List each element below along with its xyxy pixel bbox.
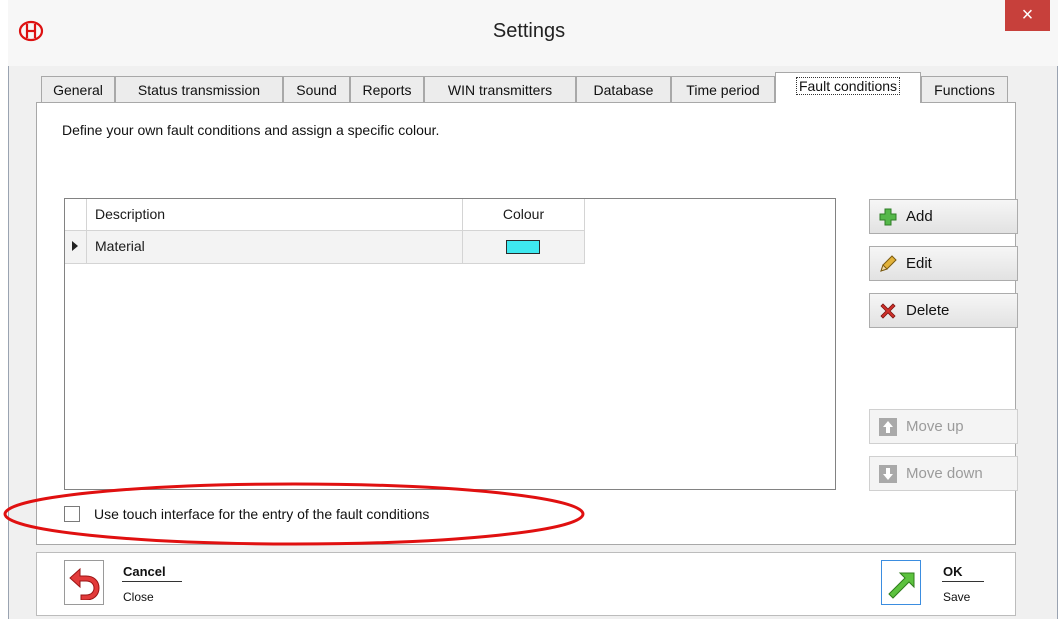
close-button[interactable]: × [1005, 0, 1050, 31]
panel-description: Define your own fault conditions and ass… [62, 122, 440, 138]
cancel-label[interactable]: Cancel [123, 564, 166, 579]
dialog-footer [36, 552, 1016, 616]
cancel-sub-label: Close [123, 590, 154, 604]
tab-sound[interactable]: Sound [283, 76, 350, 102]
add-button[interactable]: Add [869, 199, 1018, 234]
delete-x-icon [880, 303, 896, 319]
cancel-divider [122, 581, 182, 582]
tab-general[interactable]: General [41, 76, 115, 102]
pencil-icon [880, 255, 897, 272]
ok-arrow-icon [888, 572, 915, 599]
tab-reports[interactable]: Reports [350, 76, 424, 102]
move-up-button[interactable]: Move up [869, 409, 1018, 444]
column-header-colour[interactable]: Colour [463, 199, 585, 231]
tab-database[interactable]: Database [576, 76, 671, 102]
delete-button[interactable]: Delete [869, 293, 1018, 328]
cell-description[interactable]: Material [87, 231, 463, 264]
edit-button[interactable]: Edit [869, 246, 1018, 281]
arrow-up-icon [879, 418, 897, 436]
cancel-button[interactable] [64, 560, 104, 605]
colour-swatch [506, 240, 540, 254]
tab-status-transmission[interactable]: Status transmission [115, 76, 283, 102]
ok-divider [942, 581, 984, 582]
ok-button[interactable] [881, 560, 921, 605]
row-header-corner [65, 199, 87, 231]
plus-icon [879, 208, 897, 226]
undo-arrow-icon [69, 567, 100, 600]
column-header-description[interactable]: Description [87, 199, 463, 231]
move-down-button[interactable]: Move down [869, 456, 1018, 491]
tab-win-transmitters[interactable]: WIN transmitters [424, 76, 576, 102]
arrow-down-icon [879, 465, 897, 483]
tab-fault-conditions[interactable]: Fault conditions [775, 72, 921, 103]
ok-label[interactable]: OK [943, 564, 963, 579]
current-row-arrow-icon [72, 241, 78, 251]
close-icon: × [1021, 4, 1034, 26]
tab-functions[interactable]: Functions [921, 76, 1008, 102]
ok-sub-label: Save [943, 590, 971, 604]
window-title: Settings [492, 20, 566, 42]
highlight-ellipse [3, 482, 585, 546]
tab-time-period[interactable]: Time period [671, 76, 775, 102]
